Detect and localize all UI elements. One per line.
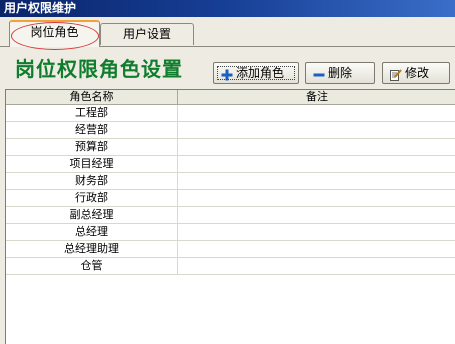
remark-cell (178, 156, 455, 172)
tab-user-settings[interactable]: 用户设置 (100, 23, 194, 45)
remark-cell (178, 105, 455, 121)
table-row[interactable]: 仓管 (6, 258, 455, 275)
plus-icon (221, 67, 233, 81)
edit-label: 修改 (405, 66, 430, 80)
remark-cell (178, 139, 455, 155)
remark-cell (178, 122, 455, 138)
edit-icon (390, 67, 402, 81)
table-row[interactable]: 工程部 (6, 105, 455, 122)
table-row[interactable]: 经营部 (6, 122, 455, 139)
roles-table[interactable]: 角色名称 备注 工程部 经营部 预算部 项目经理 财务部 行政部 副总经理 总经… (5, 89, 455, 344)
tab-divider (194, 46, 455, 47)
table-row[interactable]: 总经理助理 (6, 241, 455, 258)
role-name-cell: 总经理 (6, 224, 178, 240)
user-permission-window: 用户权限维护 岗位角色 用户设置 岗位权限角色设置 添加角色 删除 修改 角色名… (0, 0, 455, 344)
remark-cell (178, 190, 455, 206)
column-header-role-name[interactable]: 角色名称 (6, 90, 178, 104)
role-name-cell: 行政部 (6, 190, 178, 206)
page-title: 岗位权限角色设置 (15, 57, 183, 81)
role-name-cell: 仓管 (6, 258, 178, 274)
window-title: 用户权限维护 (0, 0, 455, 17)
role-name-cell: 财务部 (6, 173, 178, 189)
minus-icon (313, 67, 325, 79)
add-role-label: 添加角色 (236, 66, 285, 80)
delete-button[interactable]: 删除 (305, 62, 375, 84)
table-row[interactable]: 财务部 (6, 173, 455, 190)
table-header: 角色名称 备注 (6, 90, 455, 105)
table-row[interactable]: 项目经理 (6, 156, 455, 173)
edit-button[interactable]: 修改 (382, 62, 450, 84)
role-name-cell: 预算部 (6, 139, 178, 155)
delete-label: 删除 (328, 66, 353, 80)
table-body: 工程部 经营部 预算部 项目经理 财务部 行政部 副总经理 总经理 总经理助理 … (6, 105, 455, 275)
role-name-cell: 工程部 (6, 105, 178, 121)
table-row[interactable]: 副总经理 (6, 207, 455, 224)
column-header-remark[interactable]: 备注 (178, 90, 455, 104)
role-name-cell: 经营部 (6, 122, 178, 138)
remark-cell (178, 207, 455, 223)
add-role-button[interactable]: 添加角色 (213, 62, 299, 84)
table-row[interactable]: 行政部 (6, 190, 455, 207)
tab-strip: 岗位角色 用户设置 (0, 17, 455, 47)
table-row[interactable]: 预算部 (6, 139, 455, 156)
role-name-cell: 总经理助理 (6, 241, 178, 257)
remark-cell (178, 173, 455, 189)
remark-cell (178, 224, 455, 240)
remark-cell (178, 258, 455, 274)
tab-position-roles[interactable]: 岗位角色 (9, 20, 100, 47)
table-row[interactable]: 总经理 (6, 224, 455, 241)
role-name-cell: 副总经理 (6, 207, 178, 223)
role-name-cell: 项目经理 (6, 156, 178, 172)
remark-cell (178, 241, 455, 257)
